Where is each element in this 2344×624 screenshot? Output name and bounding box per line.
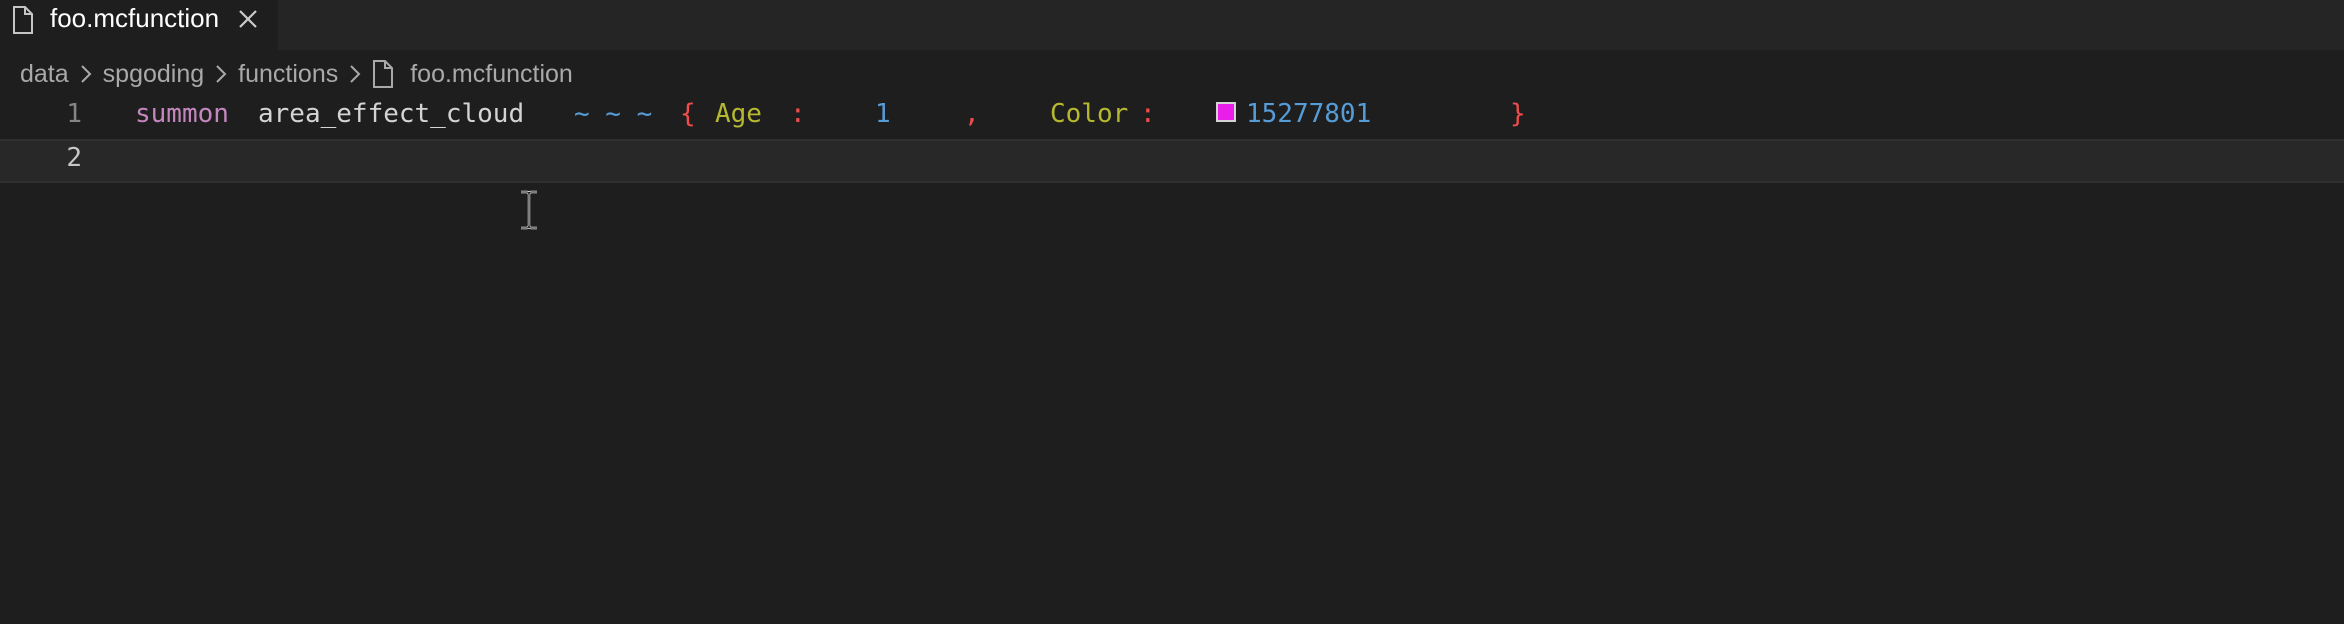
breadcrumb-item-spgoding[interactable]: spgoding bbox=[103, 60, 204, 89]
breadcrumb-item-data[interactable]: data bbox=[20, 60, 69, 89]
code-line-2[interactable]: 2 bbox=[0, 139, 2344, 183]
tab-bar: foo.mcfunction bbox=[0, 0, 2344, 50]
line-number: 2 bbox=[66, 143, 82, 173]
token-age-key: Age bbox=[715, 99, 762, 129]
chevron-right-icon bbox=[216, 65, 227, 83]
close-icon[interactable] bbox=[234, 5, 262, 33]
token-comma: , bbox=[964, 99, 980, 129]
token-color-value: 15277801 bbox=[1246, 99, 1372, 129]
token-coordinates: ~ ~ ~ bbox=[574, 99, 653, 129]
token-command: summon bbox=[135, 99, 229, 129]
token-age-colon: : bbox=[790, 99, 806, 129]
color-swatch[interactable] bbox=[1216, 102, 1236, 122]
tab-foo-mcfunction[interactable]: foo.mcfunction bbox=[0, 0, 278, 50]
breadcrumb-item-functions[interactable]: functions bbox=[238, 60, 338, 89]
token-close-brace: } bbox=[1510, 99, 1526, 129]
line-number: 1 bbox=[66, 99, 82, 129]
tab-label: foo.mcfunction bbox=[50, 3, 220, 33]
file-icon bbox=[373, 60, 394, 88]
file-icon bbox=[13, 6, 33, 34]
text-cursor-icon bbox=[521, 190, 537, 230]
chevron-right-icon bbox=[350, 65, 361, 83]
breadcrumb: data spgoding functions foo.mcfunction bbox=[20, 58, 573, 90]
token-open-brace: { bbox=[680, 99, 696, 129]
token-color-key: Color bbox=[1050, 99, 1129, 129]
breadcrumb-item-file[interactable]: foo.mcfunction bbox=[410, 60, 573, 89]
code-line-1[interactable]: 1 summon area_effect_cloud ~ ~ ~ { Age :… bbox=[0, 95, 2344, 139]
token-entity: area_effect_cloud bbox=[258, 99, 525, 129]
token-age-value: 1 bbox=[875, 99, 891, 129]
chevron-right-icon bbox=[80, 65, 92, 83]
token-color-colon: : bbox=[1140, 99, 1156, 129]
